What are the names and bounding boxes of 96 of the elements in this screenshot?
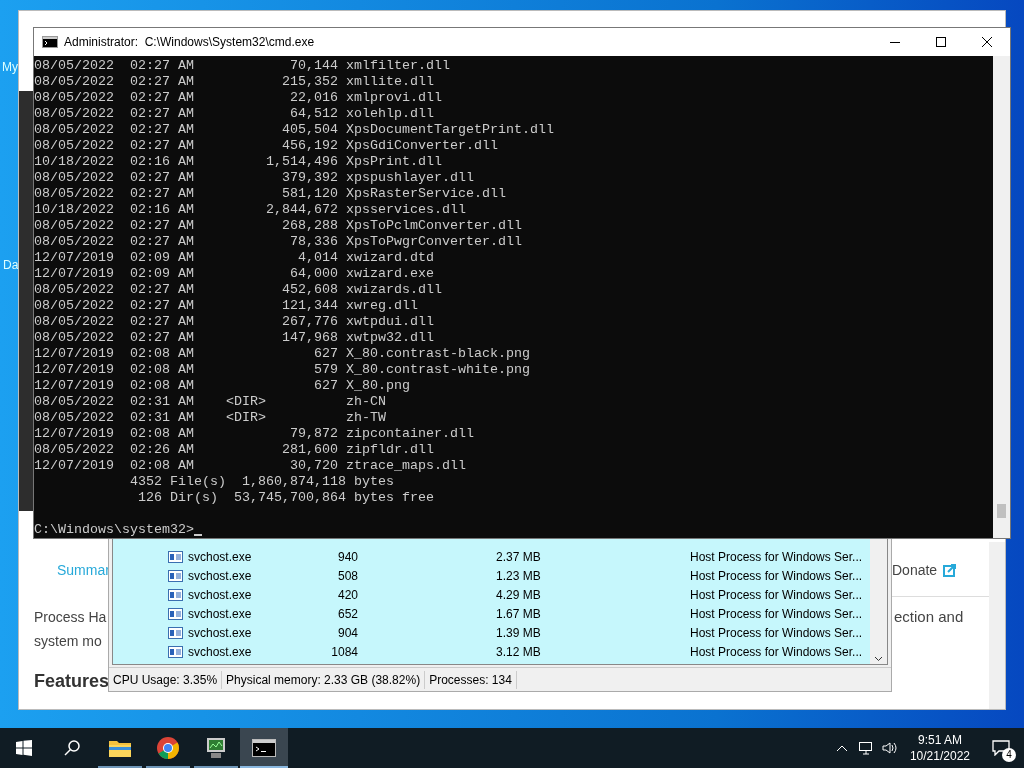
speaker-icon[interactable] xyxy=(881,741,898,755)
minimize-icon xyxy=(890,41,900,43)
memory-usage: 4.29 MB xyxy=(496,586,542,604)
process-description: Host Process for Windows Ser... xyxy=(690,643,863,661)
clock[interactable]: 9:51 AM 10/21/2022 xyxy=(909,732,970,764)
process-name[interactable]: svchost.exe xyxy=(188,585,298,604)
console-line: 12/07/2019 02:09 AM 4,014 xwizard.dtd xyxy=(34,250,434,266)
search-icon xyxy=(64,740,80,756)
console-line: 08/05/2022 02:27 AM 64,512 xolehlp.dll xyxy=(34,106,434,122)
scrollbar[interactable] xyxy=(989,542,1005,709)
process-name[interactable]: svchost.exe xyxy=(188,604,298,623)
desktop-icon-label: My xyxy=(2,59,18,76)
memory-usage: 3.12 MB xyxy=(496,643,542,661)
desktop-icon-label: Da xyxy=(3,257,19,274)
console-line: 08/05/2022 02:27 AM 22,016 xmlprovi.dll xyxy=(34,90,442,106)
console-line: 12/07/2019 02:08 AM 579 X_80.contrast-white.png xyxy=(34,362,530,378)
process-description: Host Process for Windows Ser... xyxy=(690,548,863,566)
console-line: 08/05/2022 02:27 AM 268,288 XpsToPclmConverter.dll xyxy=(34,218,522,234)
process-id: 1084 xyxy=(330,643,358,661)
memory-usage: 1.39 MB xyxy=(496,624,542,642)
status-text: Physical memory: 2.33 GB (38.82%) xyxy=(222,670,426,689)
console-line: 08/05/2022 02:27 AM 215,352 xmllite.dll xyxy=(34,74,434,90)
paragraph-text: ection and xyxy=(894,607,964,627)
process-name[interactable]: svchost.exe xyxy=(188,642,298,661)
process-id: 420 xyxy=(336,586,358,604)
console-line: 08/05/2022 02:27 AM 147,968 xwtpw32.dll xyxy=(34,330,434,346)
console-line: 08/05/2022 02:31 AM <DIR> zh-TW xyxy=(34,410,386,426)
close-icon xyxy=(982,37,992,47)
process-icon xyxy=(168,645,183,658)
console-line: 4352 File(s) 1,860,874,118 bytes xyxy=(128,474,394,490)
console-line: 12/07/2019 02:08 AM 30,720 ztrace_maps.dll xyxy=(34,458,466,474)
process-id: 652 xyxy=(336,605,358,623)
process-description: Host Process for Windows Ser... xyxy=(690,624,863,642)
notification-count: 4 xyxy=(1002,748,1016,762)
paragraph-text: system mo xyxy=(34,632,102,651)
console-icon xyxy=(42,36,58,48)
process-id: 940 xyxy=(336,548,358,566)
nav-link[interactable]: Donate xyxy=(892,560,957,581)
console-line: 10/18/2022 02:16 AM 2,844,672 xpsservices.dll xyxy=(34,202,466,218)
process-icon xyxy=(168,626,183,639)
console-icon xyxy=(252,739,276,757)
process-icon xyxy=(168,607,183,620)
process-icon xyxy=(168,569,183,582)
process-description: Host Process for Windows Ser... xyxy=(690,567,863,585)
process-description: Host Process for Windows Ser... xyxy=(690,586,863,604)
console-line: 08/05/2022 02:27 AM 379,392 xpspushlayer.dll xyxy=(34,170,474,186)
window-title: Administrator: C:\Windows\System32\cmd.exe xyxy=(64,34,315,51)
text-cursor xyxy=(193,534,202,536)
notifications-button[interactable]: 4 xyxy=(978,728,1024,768)
memory-usage: 1.67 MB xyxy=(496,605,542,623)
section-heading: Features xyxy=(34,670,110,693)
process-name[interactable]: svchost.exe xyxy=(188,566,298,585)
console-line: 08/05/2022 02:27 AM 78,336 XpsToPwgrConverter.dll xyxy=(34,234,522,250)
maximize-icon xyxy=(936,37,946,47)
console-line: 08/05/2022 02:27 AM 267,776 xwtpdui.dll xyxy=(34,314,434,330)
console-line: 10/18/2022 02:16 AM 1,514,496 XpsPrint.dll xyxy=(34,154,442,170)
clock-time: 9:51 AM xyxy=(917,732,962,748)
console-line: 08/05/2022 02:27 AM 456,192 XpsGdiConverter.dll xyxy=(34,138,498,154)
console-line: 08/05/2022 02:27 AM 405,504 XpsDocumentTargetPrint.dll xyxy=(34,122,554,138)
console-line: 08/05/2022 02:26 AM 281,600 zipfldr.dll xyxy=(34,442,434,458)
process-id: 904 xyxy=(336,624,358,642)
process-id: 508 xyxy=(336,567,358,585)
process-icon xyxy=(168,588,183,601)
status-text: Processes: 134 xyxy=(425,670,517,689)
console-line: 08/05/2022 02:27 AM 452,608 xwizards.dll xyxy=(34,282,442,298)
clock-date: 10/21/2022 xyxy=(909,748,970,764)
scrollbar[interactable] xyxy=(993,56,1010,538)
console-line: 08/05/2022 02:27 AM 581,120 XpsRasterService.dll xyxy=(34,186,506,202)
chevron-down-icon xyxy=(874,656,883,662)
console-line: 126 Dir(s) 53,745,700,864 bytes free xyxy=(136,490,434,506)
console-line: 12/07/2019 02:09 AM 64,000 xwizard.exe xyxy=(34,266,434,282)
status-text: CPU Usage: 3.35% xyxy=(109,670,223,689)
console-line: 08/05/2022 02:27 AM 121,344 xwreg.dll xyxy=(34,298,418,314)
memory-usage: 1.23 MB xyxy=(496,567,542,585)
windows-logo-icon xyxy=(16,740,32,756)
chrome-icon xyxy=(156,736,180,760)
process-description: Host Process for Windows Ser... xyxy=(690,605,863,623)
console-line: 08/05/2022 02:31 AM <DIR> zh-CN xyxy=(34,394,386,410)
folder-icon xyxy=(108,738,132,758)
console-line: 12/07/2019 02:08 AM 79,872 zipcontainer.dll xyxy=(34,426,474,442)
scrollbar-thumb[interactable] xyxy=(997,504,1006,518)
console-line: 12/07/2019 02:08 AM 627 X_80.contrast-black.png xyxy=(34,346,530,362)
monitor-icon xyxy=(204,736,228,760)
network-icon[interactable] xyxy=(857,741,874,755)
process-name[interactable]: svchost.exe xyxy=(188,623,298,642)
chevron-up-icon[interactable] xyxy=(835,744,848,752)
command-prompt: C:\Windows\system32> xyxy=(34,522,194,538)
message-icon xyxy=(992,740,1010,756)
memory-usage: 2.37 MB xyxy=(496,548,542,566)
process-name[interactable]: svchost.exe xyxy=(188,547,298,566)
process-icon xyxy=(168,550,183,563)
console-line: 08/05/2022 02:27 AM 70,144 xmlfilter.dll xyxy=(34,58,450,74)
taskbar-app[interactable] xyxy=(240,728,288,768)
external-link-icon xyxy=(943,564,957,577)
console-line: 12/07/2019 02:08 AM 627 X_80.png xyxy=(34,378,410,394)
paragraph-text: Process Ha xyxy=(34,608,107,627)
